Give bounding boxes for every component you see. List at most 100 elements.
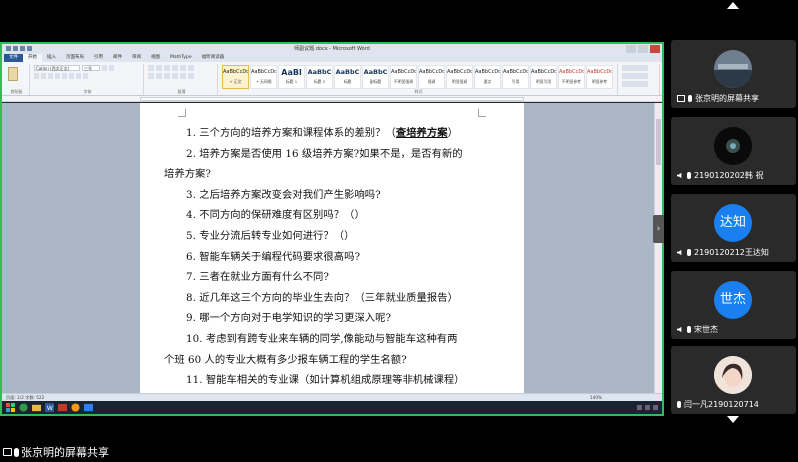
- windows-start-icon[interactable]: [6, 403, 15, 412]
- mic-icon: [687, 326, 691, 333]
- shading-icon[interactable]: [188, 73, 194, 79]
- share-status-label: 张京明的屏幕共享: [3, 445, 109, 459]
- style-subtle-reference[interactable]: AaBbCcDd 不明显参考: [558, 65, 585, 89]
- style-quote[interactable]: AaBbCcDd 引用: [502, 65, 529, 89]
- mic-icon: [687, 249, 691, 256]
- document-area: 1. 三个方向的培养方案和课程体系的差别？（查培养方案） 2. 培养方案是否使用…: [2, 103, 662, 393]
- style-title[interactable]: AaBbC 标题: [334, 65, 361, 89]
- participant-tile[interactable]: 世杰 宋世杰: [671, 271, 796, 339]
- align-right-icon[interactable]: [164, 73, 170, 79]
- wechat-icon[interactable]: [71, 403, 80, 412]
- close-icon[interactable]: [650, 45, 660, 53]
- tab-mailings[interactable]: 邮件: [108, 54, 127, 62]
- doc-line-7: 7. 三者在就业方面有什么不同?: [186, 271, 329, 284]
- status-bar: 页面: 1/2 字数: 522 140%: [2, 393, 662, 401]
- grow-font-icon[interactable]: [102, 65, 107, 71]
- style-intense-reference[interactable]: AaBbCcDd 明显参考: [586, 65, 613, 89]
- ruler[interactable]: [2, 96, 662, 102]
- screen-share-icon: [3, 448, 12, 456]
- superscript-icon[interactable]: [69, 73, 74, 79]
- style-heading-2[interactable]: AaBbC 标题 2: [306, 65, 333, 89]
- document-page[interactable]: 1. 三个方向的培养方案和课程体系的差别？（查培养方案） 2. 培养方案是否使用…: [140, 103, 524, 393]
- editing-group: [620, 64, 660, 95]
- vertical-scrollbar[interactable]: [654, 103, 662, 393]
- style-emphasis[interactable]: AaBbCcDd 强调: [418, 65, 445, 89]
- doc-line-11: 11. 智能车相关的专业课（如计算机组成原理等非机械课程）: [186, 374, 465, 387]
- style-intense-emphasis[interactable]: AaBbCcDd 明显强调: [446, 65, 473, 89]
- scroll-up-icon[interactable]: [727, 2, 739, 9]
- tab-references[interactable]: 引用: [89, 54, 108, 62]
- tab-file[interactable]: 文件: [4, 54, 23, 62]
- avatar: [714, 356, 752, 394]
- sort-icon[interactable]: [188, 65, 194, 71]
- scroll-down-icon[interactable]: [727, 416, 739, 423]
- font-color-icon[interactable]: [83, 73, 88, 79]
- select-icon[interactable]: [622, 81, 648, 87]
- replace-icon[interactable]: [622, 73, 648, 79]
- ribbon: 剪贴板 Calibri (西文正文) 三号 字体 段落 AaBbCcDd + 正…: [2, 62, 662, 96]
- browser-icon[interactable]: [19, 403, 28, 412]
- zoom-level[interactable]: 140%: [590, 394, 602, 401]
- paste-icon[interactable]: [8, 67, 18, 81]
- window-controls[interactable]: [626, 45, 660, 53]
- participant-tile[interactable]: 张京明的屏幕共享: [671, 40, 796, 108]
- align-left-icon[interactable]: [148, 73, 154, 79]
- shrink-font-icon[interactable]: [109, 65, 114, 71]
- mic-icon: [688, 95, 692, 102]
- collapse-panel-button[interactable]: ›: [653, 215, 664, 243]
- participant-tile[interactable]: 闫一凡2190120714: [671, 346, 796, 414]
- strikethrough-icon[interactable]: [55, 73, 60, 79]
- word-app-icon[interactable]: W: [45, 403, 54, 412]
- doc-line-4: 4. 不同方向的保研难度有区别吗？（）: [186, 209, 365, 222]
- doc-line-10b: 个班 60 人的专业大概有多少报车辆工程的学生名额?: [164, 353, 407, 366]
- participant-tile[interactable]: 2190120202韩 祝: [671, 117, 796, 185]
- minimize-icon[interactable]: [626, 45, 636, 53]
- quick-access-toolbar[interactable]: [6, 46, 38, 52]
- mic-icon: [677, 401, 681, 408]
- participant-tile[interactable]: 达知 2190120212王达知: [671, 194, 796, 262]
- system-tray[interactable]: [637, 405, 658, 410]
- font-size-select[interactable]: 三号: [82, 65, 100, 71]
- decrease-indent-icon[interactable]: [172, 65, 178, 71]
- tab-foxit[interactable]: 福昕阅读器: [197, 54, 230, 62]
- line-spacing-icon[interactable]: [180, 73, 186, 79]
- doc-line-9: 9. 哪一个方向对于电学知识的学习更深入呢?: [186, 312, 392, 325]
- find-icon[interactable]: [622, 65, 648, 71]
- highlight-icon[interactable]: [76, 73, 81, 79]
- multilevel-icon[interactable]: [164, 65, 170, 71]
- tab-mathtype[interactable]: MathType: [165, 54, 197, 62]
- bold-icon[interactable]: [34, 73, 39, 79]
- align-center-icon[interactable]: [156, 73, 162, 79]
- mic-icon: [14, 447, 19, 457]
- svg-text:W: W: [47, 405, 54, 412]
- style-no-spacing[interactable]: AaBbCcDd + 无间隔: [250, 65, 277, 89]
- avatar: [714, 127, 752, 165]
- increase-indent-icon[interactable]: [180, 65, 186, 71]
- style-subtle-emphasis[interactable]: AaBbCcDd 不明显强调: [390, 65, 417, 89]
- style-heading-1[interactable]: AaBl 标题 1: [278, 65, 305, 89]
- underline-icon[interactable]: [48, 73, 53, 79]
- italic-icon[interactable]: [41, 73, 46, 79]
- style-strong[interactable]: AaBbCcDd 要点: [474, 65, 501, 89]
- tab-view[interactable]: 视图: [146, 54, 165, 62]
- tab-home[interactable]: 开始: [23, 54, 42, 62]
- subscript-icon[interactable]: [62, 73, 67, 79]
- tab-layout[interactable]: 页面布局: [61, 54, 89, 62]
- style-subtitle[interactable]: AaBbC 副标题: [362, 65, 389, 89]
- font-name-select[interactable]: Calibri (西文正文): [34, 65, 80, 71]
- folder-icon[interactable]: [32, 403, 41, 412]
- style-intense-quote[interactable]: AaBbCcDd 明显引用: [530, 65, 557, 89]
- tab-insert[interactable]: 插入: [42, 54, 61, 62]
- bullets-icon[interactable]: [148, 65, 154, 71]
- tab-review[interactable]: 审阅: [127, 54, 146, 62]
- mic-icon: [687, 172, 691, 179]
- media-icon[interactable]: [58, 403, 67, 412]
- maximize-icon[interactable]: [638, 45, 648, 53]
- meeting-app-icon[interactable]: [84, 403, 93, 412]
- justify-icon[interactable]: [172, 73, 178, 79]
- numbering-icon[interactable]: [156, 65, 162, 71]
- style-normal[interactable]: AaBbCcDd + 正文: [222, 65, 249, 89]
- meeting-window: 师副议题.docx - Microsoft Word 文件 开始 插入 页面布局…: [0, 0, 798, 462]
- screen-share-icon: [677, 95, 685, 102]
- doc-line-3: 3. 之后培养方案改变会对我们产生影响吗?: [186, 188, 381, 201]
